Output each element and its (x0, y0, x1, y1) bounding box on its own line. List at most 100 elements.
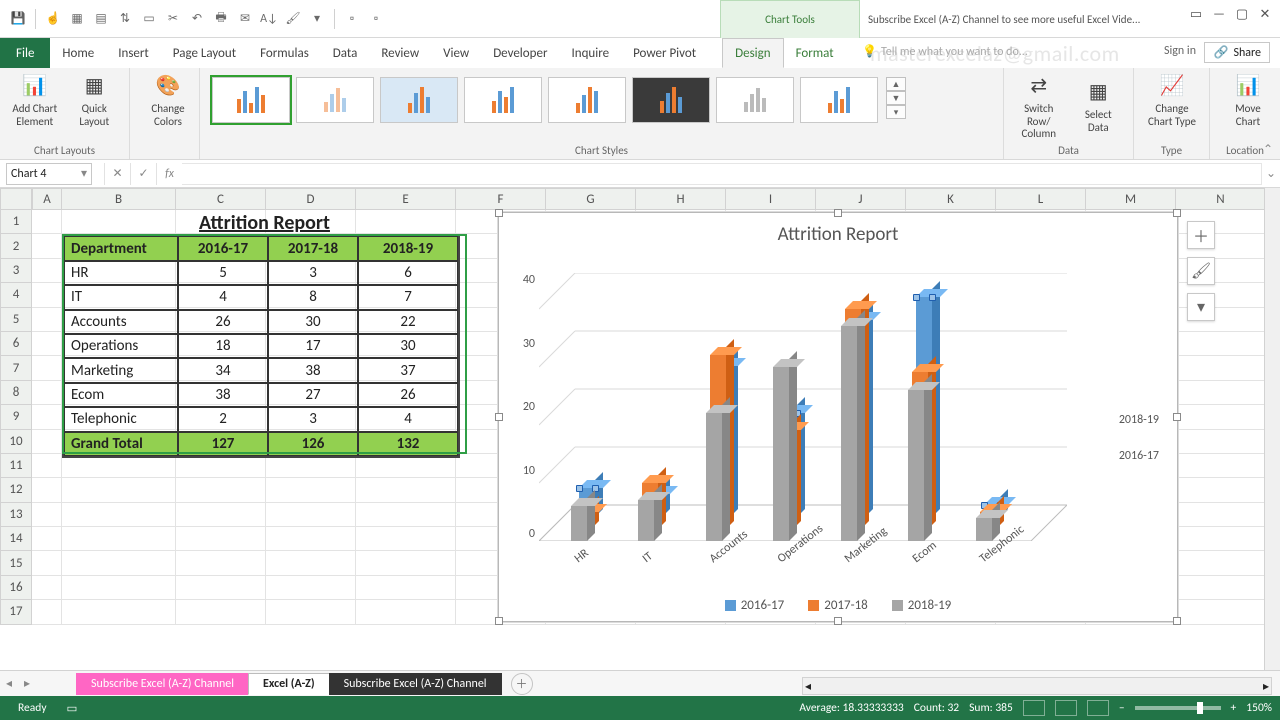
table-cell[interactable]: 7 (358, 285, 458, 309)
table-cell[interactable]: 3 (268, 261, 358, 285)
column-headers[interactable]: ABCDEFGHIJKLMN (32, 188, 1280, 210)
macro-record-icon[interactable]: ▭ (67, 701, 78, 716)
chart-title[interactable]: Attrition Report (499, 213, 1177, 246)
cancel-formula-icon[interactable]: ✕ (104, 163, 130, 185)
legend-item-2[interactable]: 2017-18 (808, 598, 868, 613)
chart-brush-button[interactable]: 🖌 (1187, 257, 1215, 285)
touch-mode-icon[interactable]: ☝ (42, 8, 64, 30)
new-file-icon[interactable]: ▫ (341, 8, 363, 30)
bar-series[interactable] (571, 506, 587, 541)
share-button[interactable]: 🔗 Share (1204, 42, 1270, 63)
file-tab[interactable]: File (0, 38, 50, 68)
table-cell[interactable]: 18 (178, 334, 268, 358)
sheet-nav-first-icon[interactable]: ◂ (0, 676, 18, 691)
row-header-13[interactable]: 13 (0, 503, 32, 527)
row-header-5[interactable]: 5 (0, 308, 32, 332)
tab-page-layout[interactable]: Page Layout (161, 38, 248, 68)
col-header-F[interactable]: F (456, 188, 546, 210)
close-icon[interactable]: ✕ (1254, 5, 1276, 23)
bar-series[interactable] (841, 326, 857, 541)
row-header-4[interactable]: 4 (0, 283, 32, 307)
change-chart-type-button[interactable]: 📈 Change Chart Type (1142, 72, 1202, 128)
chart-style-4[interactable] (464, 77, 542, 123)
tab-home[interactable]: Home (50, 38, 106, 68)
bar-series[interactable] (706, 413, 722, 541)
vertical-scrollbar[interactable] (1264, 188, 1280, 670)
row-header-1[interactable]: 1 (0, 210, 32, 234)
chart-styles-gallery[interactable]: ▲▼▾ (208, 72, 995, 142)
row-header-16[interactable]: 16 (0, 576, 32, 600)
row-header-14[interactable]: 14 (0, 527, 32, 551)
row-header-9[interactable]: 9 (0, 405, 32, 429)
tell-me-box[interactable]: 💡 Tell me what you want to do... (862, 44, 1028, 59)
scissors-icon[interactable]: ✂ (162, 8, 184, 30)
minimize-icon[interactable]: — (1208, 5, 1230, 23)
table-cell[interactable]: 2016-17 (178, 236, 268, 260)
col-header-B[interactable]: B (62, 188, 176, 210)
chart-handle[interactable] (495, 209, 503, 217)
table-cell[interactable]: 8 (268, 285, 358, 309)
table-cell[interactable]: 17 (268, 334, 358, 358)
add-chart-element-button[interactable]: 📊 Add Chart Element (8, 72, 62, 128)
sort-icon[interactable]: ⇅ (114, 8, 136, 30)
chart-handle[interactable] (495, 413, 503, 421)
horizontal-scrollbar[interactable]: ◂ ▸ (802, 677, 1272, 695)
col-header-K[interactable]: K (906, 188, 996, 210)
series-selection-handle[interactable] (913, 294, 920, 301)
tab-review[interactable]: Review (369, 38, 431, 68)
row-header-17[interactable]: 17 (0, 600, 32, 624)
fx-icon[interactable]: fx (156, 163, 182, 185)
table-cell[interactable]: 38 (268, 358, 358, 382)
add-sheet-button[interactable]: ＋ (511, 673, 533, 695)
col-header-M[interactable]: M (1086, 188, 1176, 210)
chart-handle[interactable] (1173, 209, 1181, 217)
table-cell[interactable]: 126 (268, 432, 358, 456)
row-header-7[interactable]: 7 (0, 356, 32, 380)
zoom-in-icon[interactable]: + (1231, 701, 1237, 715)
tab-view[interactable]: View (431, 38, 481, 68)
switch-row-col-button[interactable]: ⇄ Switch Row/ Column (1012, 72, 1066, 141)
table-cell[interactable]: 37 (358, 358, 458, 382)
table-cell[interactable]: Operations (64, 334, 178, 358)
row-header-2[interactable]: 2 (0, 234, 32, 258)
bar-series[interactable] (976, 518, 992, 541)
save-icon[interactable]: 💾 (7, 8, 29, 30)
bar-series[interactable] (773, 367, 789, 541)
row-header-12[interactable]: 12 (0, 478, 32, 502)
chart-style-6[interactable] (632, 77, 710, 123)
tab-insert[interactable]: Insert (106, 38, 161, 68)
tab-data[interactable]: Data (321, 38, 370, 68)
sheet-nav-prev-icon[interactable]: ▸ (18, 676, 36, 691)
sheet-tab-3[interactable]: Subscribe Excel (A-Z) Channel (329, 673, 502, 695)
tab-developer[interactable]: Developer (481, 38, 559, 68)
table-cell[interactable]: 38 (178, 383, 268, 407)
accept-formula-icon[interactable]: ✓ (130, 163, 156, 185)
table-cell[interactable]: Accounts (64, 310, 178, 334)
paint-icon[interactable]: 🖌 (282, 8, 304, 30)
table-cell[interactable]: 4 (358, 407, 458, 431)
undo-icon[interactable]: ↶ (186, 8, 208, 30)
chart-style-2[interactable] (296, 77, 374, 123)
email-icon[interactable]: ✉ (234, 8, 256, 30)
chart-filter-button[interactable]: ▾ (1187, 293, 1215, 321)
tab-format[interactable]: Format (784, 38, 846, 68)
table-cell[interactable]: 127 (178, 432, 268, 456)
table-cell[interactable]: 2 (178, 407, 268, 431)
scroll-right-icon[interactable]: ▸ (1263, 679, 1269, 694)
table-cell[interactable]: 6 (358, 261, 458, 285)
chart-plot-area[interactable]: 403020100 HRITAccountsOperationsMarketin… (539, 273, 1067, 541)
chart-style-1[interactable] (212, 77, 290, 123)
table-cell[interactable]: IT (64, 285, 178, 309)
sort-asc-icon[interactable]: A↓ (258, 8, 280, 30)
chart-handle[interactable] (1173, 413, 1181, 421)
zoom-out-icon[interactable]: – (1119, 701, 1125, 715)
col-header-L[interactable]: L (996, 188, 1086, 210)
zoom-slider[interactable] (1135, 706, 1221, 710)
row-header-11[interactable]: 11 (0, 454, 32, 478)
table-cell[interactable]: 3 (268, 407, 358, 431)
col-header-I[interactable]: I (726, 188, 816, 210)
chart-bars[interactable] (539, 273, 1067, 541)
table-cell[interactable]: 22 (358, 310, 458, 334)
dropdown-icon[interactable]: ▾ (306, 8, 328, 30)
chart-handle[interactable] (834, 617, 842, 625)
